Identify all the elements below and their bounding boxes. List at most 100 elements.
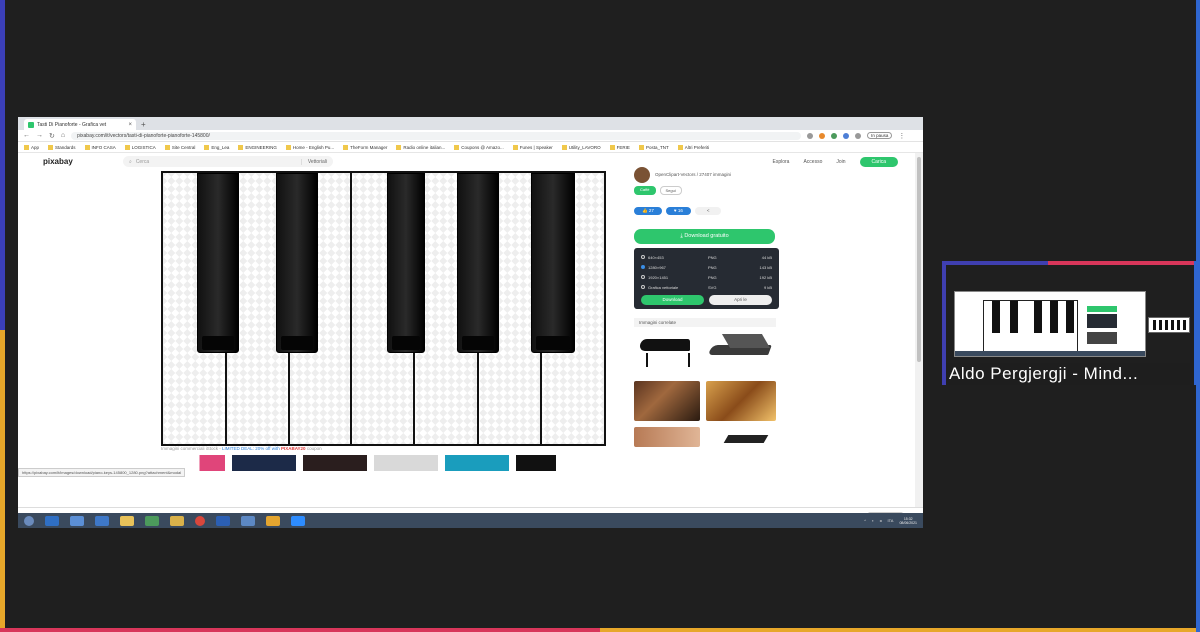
bookmark[interactable]: FERIE [610, 145, 630, 150]
radio-button[interactable] [641, 285, 645, 289]
url-field[interactable]: pixabay.com/it/vectors/tasti-di-pianofor… [71, 131, 802, 140]
extension-icon[interactable] [855, 132, 862, 139]
app-icon[interactable] [266, 515, 280, 526]
radio-button[interactable] [641, 265, 645, 269]
word-icon[interactable] [216, 515, 230, 526]
close-tab-icon[interactable]: × [128, 122, 132, 128]
bookmark[interactable]: Radio online italian... [396, 145, 445, 150]
option-format: PNG [708, 274, 717, 280]
network-icon[interactable]: ▪ [872, 518, 873, 523]
bookmark[interactable]: Home - English Pu... [286, 145, 334, 150]
bookmark[interactable]: Funes | Speaker [513, 145, 553, 150]
option-format: PNG [708, 264, 717, 270]
shared-screen[interactable]: Tasti Di Pianoforte - Grafica vet × + ← … [18, 117, 923, 528]
related-thumbnail[interactable] [706, 331, 776, 375]
follow-button[interactable]: Segui [659, 186, 682, 195]
menu-icon[interactable]: ⋮ [898, 132, 905, 140]
bookmark[interactable]: Utility_LAVORO [562, 145, 601, 150]
piano-keys-image[interactable] [161, 171, 606, 446]
folder-icon[interactable] [120, 515, 134, 526]
new-tab-icon[interactable]: + [141, 120, 146, 130]
nav-explore[interactable]: Esplora [773, 159, 790, 165]
bookmark[interactable]: Standards [48, 145, 76, 150]
download-confirm-button[interactable]: Download [641, 295, 704, 305]
participant-tile[interactable]: Aldo Pergjergji - Mind... [942, 261, 1198, 385]
avatar[interactable] [634, 167, 650, 183]
download-menu: 640×453 PNG 44 kB 1280×967 PNG 143 kB 1920×1… [634, 248, 779, 309]
reload-icon[interactable]: ↻ [49, 132, 55, 140]
bookmark[interactable]: LOGISTICA [125, 145, 156, 150]
chrome-icon[interactable] [195, 515, 205, 526]
credit-deal[interactable]: LIMITED DEAL: 20% off with [222, 446, 281, 451]
zoom-icon[interactable] [291, 515, 305, 526]
search-type-select[interactable]: Vettoriali [300, 158, 333, 165]
bookmark[interactable]: Eng_Lea [204, 145, 229, 150]
bookmark[interactable]: INFO CASA [85, 145, 116, 150]
author-name[interactable]: OpenClipart-Vectors / 27407 immagini [655, 172, 755, 178]
related-thumbnail[interactable] [634, 427, 700, 447]
page-scrollbar[interactable] [915, 153, 923, 507]
extension-icon[interactable] [807, 132, 814, 139]
sponsored-thumbnail[interactable] [374, 455, 438, 471]
language-indicator[interactable]: ITA [888, 518, 894, 523]
coffee-button[interactable]: Caffè [634, 186, 656, 195]
coupon-code: PIXABAY20 [280, 446, 306, 451]
back-icon[interactable]: ← [23, 132, 30, 139]
radio-button[interactable] [641, 255, 645, 259]
related-thumbnail[interactable] [706, 381, 776, 421]
clock[interactable]: 15:32 08/06/2021 [899, 517, 917, 525]
meeting-stage: Tasti Di Pianoforte - Grafica vet × + ← … [0, 0, 1200, 632]
download-option[interactable]: 640×453 PNG 44 kB [641, 252, 772, 262]
bookmark[interactable]: Altri Preferiti [678, 145, 710, 150]
folder-icon[interactable] [170, 515, 184, 526]
upload-button[interactable]: Carica [859, 156, 898, 167]
download-option[interactable]: 1280×967 PNG 143 kB [641, 262, 772, 272]
bookmark[interactable]: TheForm Manager [343, 145, 387, 150]
home-icon[interactable]: ⌂ [61, 132, 65, 139]
option-filesize: 44 kB [761, 254, 772, 260]
related-thumbnail[interactable] [706, 427, 776, 447]
extension-icon[interactable] [843, 132, 850, 139]
like-button[interactable]: 👍 27 [634, 207, 662, 215]
bookmark[interactable]: ENGINEERING [238, 145, 277, 150]
extension-icon[interactable] [831, 132, 838, 139]
download-option[interactable]: Grafica vettoriale SVG 9 kB [641, 282, 772, 292]
forward-icon[interactable]: → [36, 132, 43, 139]
nav-join[interactable]: Join [836, 159, 845, 165]
free-download-button[interactable]: ⤓ Download gratuito [634, 229, 775, 244]
view-button[interactable]: Apri le [709, 295, 772, 305]
nav-login[interactable]: Accesso [803, 159, 822, 165]
excel-icon[interactable] [145, 515, 159, 526]
ie-icon[interactable] [70, 515, 84, 526]
sponsored-thumbnail[interactable] [516, 455, 556, 471]
bookmark[interactable]: Coupons @ Amazo... [454, 145, 504, 150]
option-size: 1920×1451 [648, 274, 669, 280]
secondary-preview [1148, 317, 1190, 333]
author-buttons: Caffè Segui [634, 186, 784, 195]
ie-icon[interactable] [95, 515, 109, 526]
related-thumbnail[interactable] [634, 381, 700, 421]
related-thumbnail[interactable] [634, 331, 700, 375]
outlook-icon[interactable] [45, 515, 59, 526]
download-option[interactable]: 1920×1451 PNG 192 kB [641, 272, 772, 282]
chevron-up-icon[interactable]: ^ [864, 518, 866, 523]
extension-icon[interactable] [819, 132, 826, 139]
bookmark[interactable]: App [24, 145, 39, 150]
site-logo[interactable]: pixabay [43, 157, 113, 166]
bookmark[interactable]: Site Central [165, 145, 196, 150]
browser-tab-bar: Tasti Di Pianoforte - Grafica vet × + [18, 117, 923, 130]
bookmark[interactable]: Posta_TNT [639, 145, 669, 150]
browser-tab[interactable]: Tasti Di Pianoforte - Grafica vet × [24, 119, 136, 130]
start-icon[interactable] [24, 515, 34, 526]
profile-button[interactable]: In pausa [867, 132, 893, 139]
search-input[interactable]: ⌕ Cerca Vettoriali [123, 156, 333, 167]
sponsored-thumbnail[interactable] [303, 455, 367, 471]
sponsored-thumbnail[interactable] [232, 455, 296, 471]
radio-button[interactable] [641, 275, 645, 279]
share-button[interactable]: < [694, 207, 722, 215]
volume-icon[interactable]: ◂ [880, 518, 882, 523]
sponsored-thumbnail[interactable] [445, 455, 509, 471]
status-url: https://pixabay.com/it/images/download/p… [18, 468, 186, 477]
favorite-button[interactable]: ♥ 16 [665, 207, 691, 215]
app-icon[interactable] [241, 515, 255, 526]
